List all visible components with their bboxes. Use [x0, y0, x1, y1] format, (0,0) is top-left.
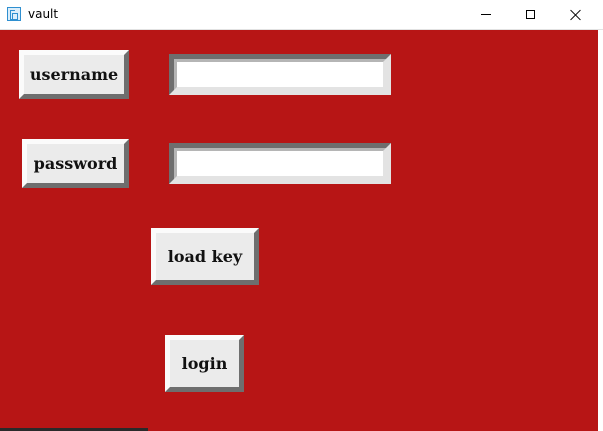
- minimize-button[interactable]: [463, 0, 508, 29]
- password-field[interactable]: [174, 148, 386, 179]
- window-border: [598, 30, 603, 431]
- minimize-icon: [480, 14, 491, 15]
- load-key-button-label: load key: [167, 247, 243, 266]
- app-icon: [7, 7, 21, 21]
- username-button[interactable]: username: [19, 50, 129, 99]
- password-field-frame: [169, 143, 391, 184]
- login-button[interactable]: login: [165, 335, 244, 392]
- password-button[interactable]: password: [22, 139, 129, 188]
- close-icon: [570, 9, 582, 21]
- title-bar[interactable]: vault: [0, 0, 603, 30]
- username-field-frame: [169, 54, 391, 95]
- maximize-button[interactable]: [508, 0, 553, 29]
- username-field[interactable]: [174, 59, 386, 90]
- close-button[interactable]: [553, 0, 598, 29]
- username-button-label: username: [29, 65, 119, 84]
- maximize-icon: [526, 10, 535, 19]
- password-button-label: password: [33, 154, 118, 173]
- load-key-button[interactable]: load key: [151, 228, 259, 285]
- window-title: vault: [28, 7, 59, 21]
- app-window: vault username password load key login: [0, 0, 603, 431]
- login-button-label: login: [181, 354, 228, 373]
